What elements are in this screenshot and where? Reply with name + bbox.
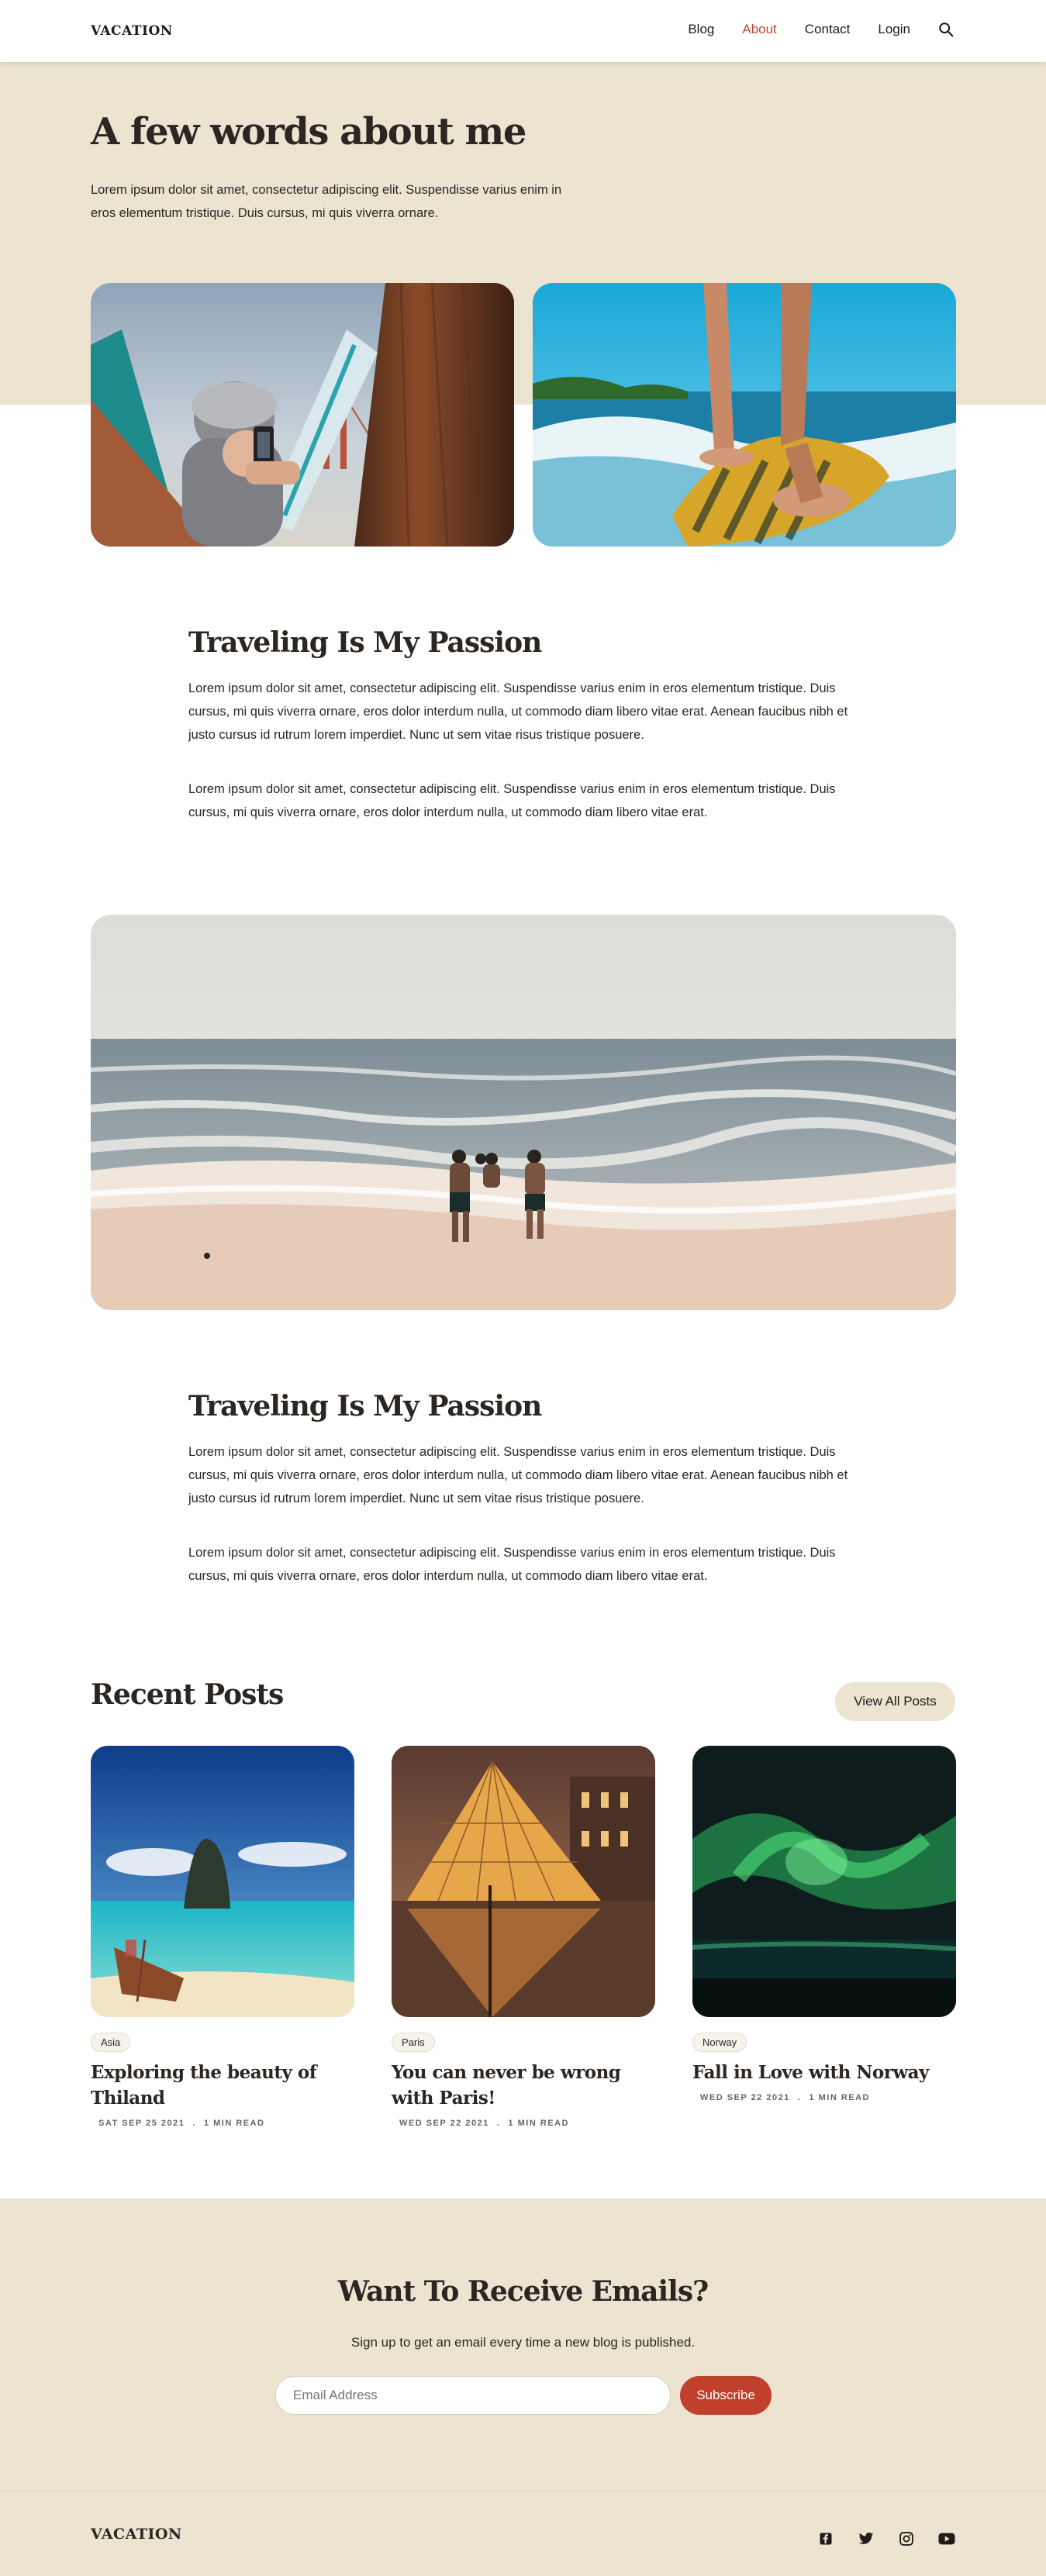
footer-brand[interactable]: VACATION	[91, 2526, 182, 2543]
recent-posts-title: Recent Posts	[91, 1678, 284, 1711]
post-meta: SAT SEP 25 2021. 1 MIN READ	[98, 2119, 265, 2128]
post-meta: WED SEP 22 2021. 1 MIN READ	[700, 2093, 870, 2102]
brand-logo[interactable]: VACATION	[91, 23, 173, 39]
post-thumbnail[interactable]	[692, 1746, 956, 2017]
post-date: WED SEP 22 2021	[700, 2093, 790, 2102]
post-thumbnail[interactable]	[91, 1746, 354, 2017]
post-read-time: 1 MIN READ	[508, 2119, 569, 2128]
top-navbar: VACATION Blog About Contact Login	[0, 0, 1046, 62]
post-meta: WED SEP 22 2021. 1 MIN READ	[399, 2119, 569, 2128]
page-title: A few words about me	[91, 110, 526, 153]
section-paragraph: Lorem ipsum dolor sit amet, consectetur …	[188, 1546, 836, 1583]
hero-image-surfing	[533, 283, 956, 547]
post-title[interactable]: Exploring the beauty of Thiland	[91, 2060, 354, 2111]
post-tag[interactable]: Asia	[91, 2033, 131, 2052]
post-title[interactable]: You can never be wrong with Paris!	[392, 2060, 655, 2111]
post-card[interactable]: Paris You can never be wrong with Paris!…	[392, 1746, 655, 2128]
newsletter-title: Want To Receive Emails?	[337, 2275, 709, 2308]
hero-image-hammock	[91, 283, 514, 547]
nav-link-contact[interactable]: Contact	[805, 22, 851, 37]
section-paragraph: Lorem ipsum dolor sit amet, consectetur …	[188, 681, 848, 742]
post-read-time: 1 MIN READ	[809, 2093, 870, 2102]
newsletter-subtitle: Sign up to get an email every time a new…	[350, 2335, 696, 2350]
nav-link-blog[interactable]: Blog	[688, 22, 714, 37]
beach-image	[91, 915, 956, 1310]
search-icon[interactable]	[937, 20, 955, 39]
post-title[interactable]: Fall in Love with Norway	[692, 2060, 956, 2085]
footer: VACATION	[0, 2491, 1046, 2576]
post-card[interactable]: Norway Fall in Love with Norway WED SEP …	[692, 1746, 956, 2102]
section-title: Traveling Is My Passion	[188, 626, 542, 659]
nav-links: Blog About Contact Login	[660, 20, 955, 39]
twitter-icon[interactable]	[858, 2530, 875, 2547]
facebook-icon[interactable]	[817, 2530, 834, 2547]
post-thumbnail[interactable]	[392, 1746, 655, 2017]
hero-subtitle: Lorem ipsum dolor sit amet, consectetur …	[91, 183, 562, 220]
subscribe-button[interactable]: Subscribe	[680, 2376, 772, 2415]
view-all-posts-button[interactable]: View All Posts	[835, 1682, 955, 1721]
nav-link-about[interactable]: About	[742, 22, 776, 37]
email-input[interactable]	[275, 2376, 671, 2415]
post-read-time: 1 MIN READ	[203, 2119, 265, 2128]
instagram-icon[interactable]	[898, 2530, 915, 2547]
post-date: SAT SEP 25 2021	[98, 2119, 185, 2128]
social-links	[817, 2530, 955, 2547]
post-card[interactable]: Asia Exploring the beauty of Thiland SAT…	[91, 1746, 354, 2128]
nav-link-login[interactable]: Login	[878, 22, 910, 37]
post-date: WED SEP 22 2021	[399, 2119, 489, 2128]
post-tag[interactable]: Paris	[392, 2033, 435, 2052]
section-paragraph: Lorem ipsum dolor sit amet, consectetur …	[188, 1445, 848, 1505]
section-paragraph: Lorem ipsum dolor sit amet, consectetur …	[188, 782, 836, 819]
youtube-icon[interactable]	[938, 2530, 955, 2547]
section-title: Traveling Is My Passion	[188, 1390, 542, 1422]
post-tag[interactable]: Norway	[692, 2033, 747, 2052]
